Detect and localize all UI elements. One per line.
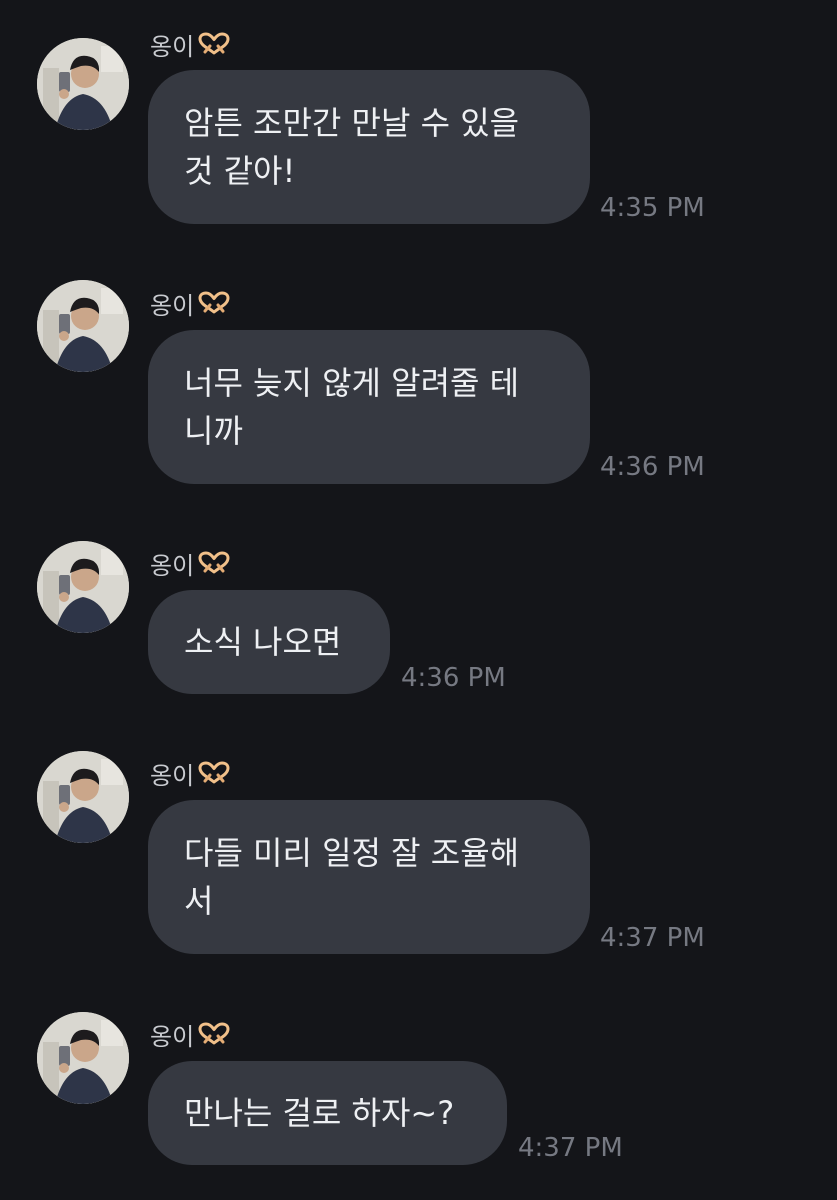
message-text: 암튼 조만간 만날 수 있을 것 같아! (184, 104, 520, 190)
message-timestamp: 4:36 PM (401, 663, 506, 693)
sender-name-text: 옹이 (150, 291, 195, 320)
message-timestamp: 4:36 PM (600, 452, 705, 482)
heart-hands-icon (197, 1022, 231, 1046)
sender-name: 옹이 (150, 27, 231, 61)
message-bubble[interactable]: 만나는 걸로 하자~? (148, 1061, 507, 1165)
sender-name-text: 옹이 (150, 551, 195, 580)
avatar[interactable] (37, 280, 129, 372)
heart-hands-icon (197, 291, 231, 315)
heart-hands-icon (197, 761, 231, 785)
message-text: 만나는 걸로 하자~? (184, 1094, 455, 1132)
message-timestamp: 4:37 PM (518, 1133, 623, 1163)
sender-name-text: 옹이 (150, 761, 195, 790)
message-bubble[interactable]: 암튼 조만간 만날 수 있을 것 같아! (148, 70, 590, 224)
sender-name: 옹이 (150, 756, 231, 790)
avatar[interactable] (37, 38, 129, 130)
avatar[interactable] (37, 751, 129, 843)
message-text: 소식 나오면 (184, 623, 342, 661)
sender-name: 옹이 (150, 286, 231, 320)
message-bubble[interactable]: 소식 나오면 (148, 590, 390, 694)
sender-name: 옹이 (150, 1017, 231, 1051)
message-bubble[interactable]: 너무 늦지 않게 알려줄 테 니까 (148, 330, 590, 484)
message-text: 너무 늦지 않게 알려줄 테 니까 (184, 364, 520, 450)
heart-hands-icon (197, 32, 231, 56)
message-timestamp: 4:37 PM (600, 923, 705, 953)
sender-name: 옹이 (150, 546, 231, 580)
sender-name-text: 옹이 (150, 1022, 195, 1051)
heart-hands-icon (197, 551, 231, 575)
sender-name-text: 옹이 (150, 32, 195, 61)
message-text: 다들 미리 일정 잘 조율해 서 (184, 834, 520, 920)
avatar[interactable] (37, 541, 129, 633)
message-bubble[interactable]: 다들 미리 일정 잘 조율해 서 (148, 800, 590, 954)
message-timestamp: 4:35 PM (600, 193, 705, 223)
avatar[interactable] (37, 1012, 129, 1104)
